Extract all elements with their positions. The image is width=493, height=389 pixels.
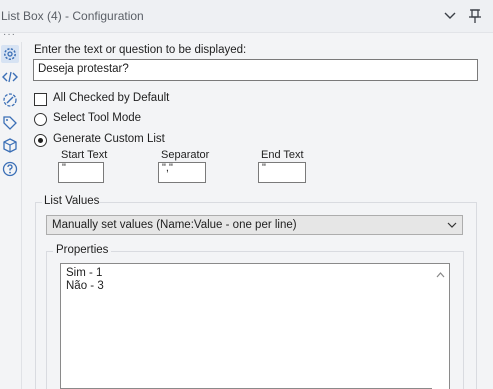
pin-icon[interactable] [466, 7, 484, 25]
list-values-group-border [35, 202, 42, 203]
end-text-input[interactable]: " [258, 162, 306, 183]
properties-group-border-right [463, 251, 464, 389]
start-text-input[interactable]: " [58, 162, 104, 183]
help-icon[interactable] [1, 160, 19, 178]
collapse-chevron-icon[interactable] [441, 7, 459, 25]
panel-title: List Box (4) - Configuration [1, 9, 144, 23]
annotation-icon[interactable] [1, 91, 19, 109]
all-checked-checkbox[interactable] [34, 93, 47, 106]
code-icon[interactable] [1, 68, 19, 86]
list-values-group-border-right [476, 202, 477, 389]
properties-group-border-left [46, 251, 47, 389]
cube-icon[interactable] [1, 137, 19, 155]
end-text-label: End Text [261, 149, 304, 161]
select-tool-mode-label: Select Tool Mode [53, 112, 142, 124]
properties-line: Sim - 1 [66, 267, 103, 279]
list-values-dropdown[interactable]: Manually set values (Name:Value - one pe… [46, 215, 463, 235]
select-tool-mode-radio[interactable] [34, 113, 47, 126]
separator-input[interactable]: "," [158, 162, 206, 183]
separator-label: Separator [161, 149, 210, 161]
gear-icon[interactable] [1, 45, 19, 63]
textarea-scrollbar[interactable] [432, 264, 449, 389]
prompt-text-field[interactable] [33, 59, 478, 81]
list-values-title: List Values [44, 195, 100, 207]
properties-title: Properties [56, 244, 109, 256]
scroll-up-arrow-icon[interactable] [436, 269, 445, 278]
radio-selected-dot [38, 138, 43, 143]
properties-line: Não - 3 [66, 280, 104, 292]
tag-icon[interactable] [1, 114, 19, 132]
start-text-label: Start Text [61, 149, 108, 161]
list-values-group-border-left [35, 202, 36, 389]
properties-group-border [46, 251, 53, 252]
sidebar-divider [21, 42, 22, 389]
generate-custom-list-label: Generate Custom List [53, 133, 165, 145]
properties-textarea[interactable]: Sim - 1 Não - 3 [60, 263, 450, 389]
chevron-down-icon [447, 220, 457, 230]
list-values-group-border-top [99, 202, 477, 203]
panel-header: List Box (4) - Configuration [0, 0, 493, 33]
sidebar [0, 42, 20, 389]
more-dots-icon[interactable]: ··· [3, 29, 16, 40]
prompt-input[interactable] [34, 60, 472, 78]
prompt-label: Enter the text or question to be display… [34, 44, 247, 56]
generate-custom-list-radio[interactable] [34, 134, 47, 147]
dropdown-selected-value: Manually set values (Name:Value - one pe… [52, 219, 297, 231]
properties-lines: Sim - 1 Não - 3 [66, 267, 104, 293]
properties-group-border-top [111, 251, 464, 252]
all-checked-label: All Checked by Default [53, 92, 170, 104]
